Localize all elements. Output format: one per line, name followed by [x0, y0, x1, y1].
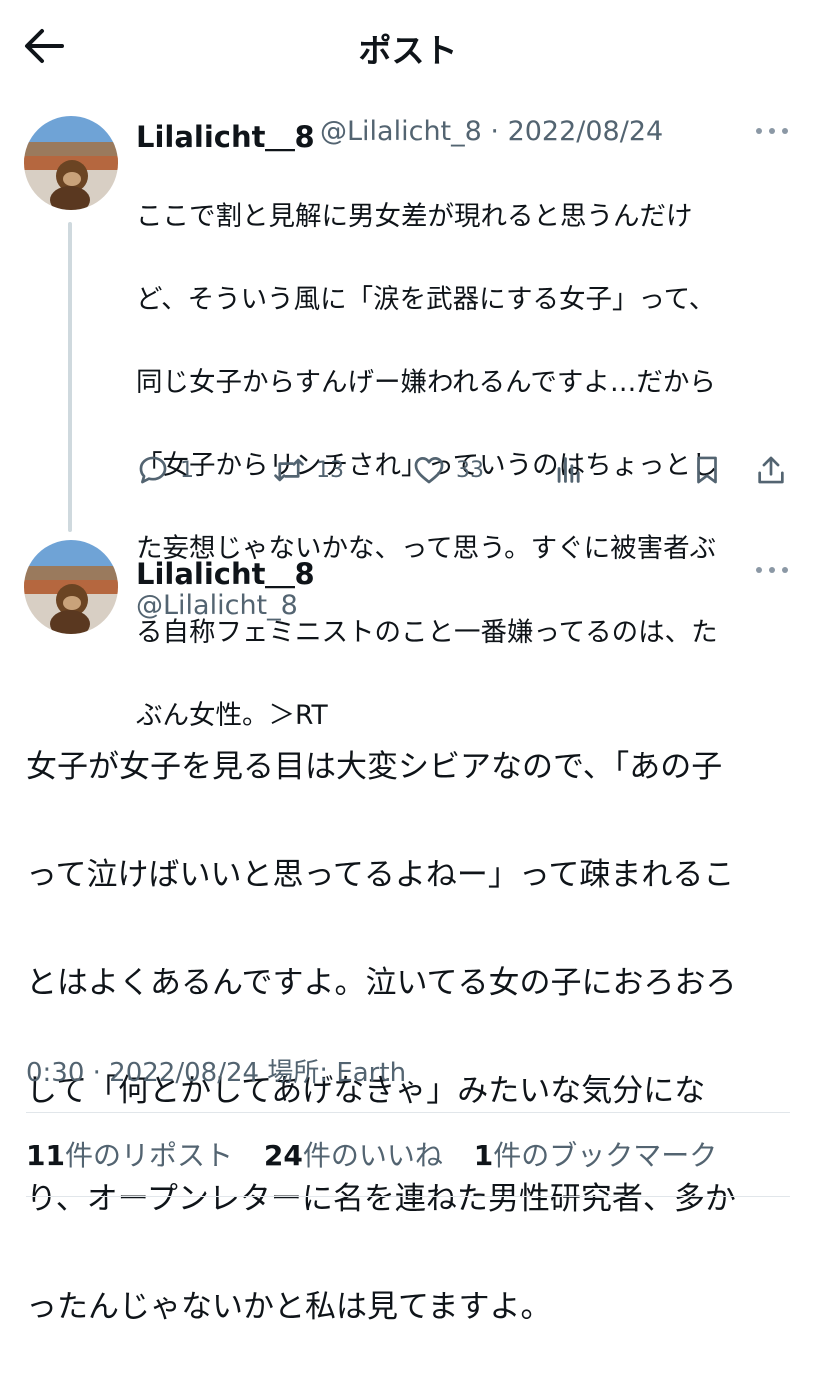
avatar[interactable]	[24, 540, 118, 634]
bookmarks-label: 件のブックマーク	[493, 1139, 718, 1172]
more-options-button[interactable]	[756, 562, 790, 578]
avatar[interactable]	[24, 116, 118, 210]
post-text-line: って泣けばいいと思ってるよねー」って疎まれるこ	[26, 857, 735, 893]
reply-button[interactable]: 1	[136, 450, 194, 490]
repost-button[interactable]: 13	[272, 450, 344, 490]
post-text: 女子が女子を見る目は大変シビアなので、「あの子 って泣けばいいと思ってるよねー」…	[26, 686, 737, 1388]
likes-stat[interactable]: 24件のいいね	[264, 1134, 443, 1174]
post-text-line: ここで割と見解に男女差が現れると思うんだけ	[136, 200, 693, 232]
author-handle[interactable]: @Lilalicht_8	[136, 590, 298, 621]
top-bar: ポスト	[0, 0, 816, 92]
like-button[interactable]: 33	[412, 450, 484, 490]
author-display-name[interactable]: Lilalicht＿8	[136, 114, 315, 156]
page-title: ポスト	[358, 31, 458, 70]
reposts-stat[interactable]: 11件のリポスト	[26, 1134, 233, 1174]
post-text-line: とはよくあるんですよ。泣いてる女の子におろおろ	[26, 965, 737, 1001]
reply-icon	[139, 456, 167, 484]
post-timestamp[interactable]: 0:30 · 2022/08/24 場所: Earth	[26, 1052, 406, 1089]
bookmarks-stat[interactable]: 1件のブックマーク	[474, 1134, 718, 1174]
bookmark-button[interactable]	[690, 450, 724, 490]
more-options-button[interactable]	[756, 123, 790, 139]
like-count: 33	[456, 457, 484, 483]
likes-count: 24	[263, 1139, 303, 1172]
reposts-count: 11	[26, 1139, 65, 1172]
share-icon	[758, 456, 784, 484]
author-display-name[interactable]: Lilalicht＿8	[136, 551, 315, 593]
heart-icon	[414, 457, 444, 484]
bookmark-icon	[697, 456, 717, 484]
share-button[interactable]	[754, 450, 788, 490]
post-text-line: ったんじゃないかと私は見てますよ。	[26, 1289, 552, 1325]
bar-chart-icon	[557, 457, 580, 483]
repost-icon	[274, 458, 304, 482]
thread-connector-line	[68, 222, 72, 532]
views-button[interactable]	[552, 450, 586, 490]
author-handle-date[interactable]: @Lilalicht_8 · 2022/08/24	[320, 116, 663, 147]
bookmarks-count: 1	[473, 1139, 494, 1172]
divider	[26, 1196, 790, 1197]
likes-label: 件のいいね	[302, 1139, 443, 1172]
reply-count: 1	[180, 457, 194, 483]
post-text-line: 女子が女子を見る目は大変シビアなので、「あの子	[26, 749, 723, 785]
engagement-stats: 11件のリポスト 24件のいいね 1件のブックマーク	[26, 1134, 739, 1174]
divider	[26, 1112, 790, 1113]
repost-count: 13	[316, 457, 344, 483]
post-text-line: 同じ女子からすんげー嫌われるんですよ…だから	[136, 366, 716, 398]
post-text-line: り、オープンレターに名を連ねた男性研究者、多か	[26, 1181, 736, 1217]
post-text-line: ど、そういう風に「涙を武器にする女子」って、	[136, 283, 716, 315]
reposts-label: 件のリポスト	[64, 1139, 233, 1172]
